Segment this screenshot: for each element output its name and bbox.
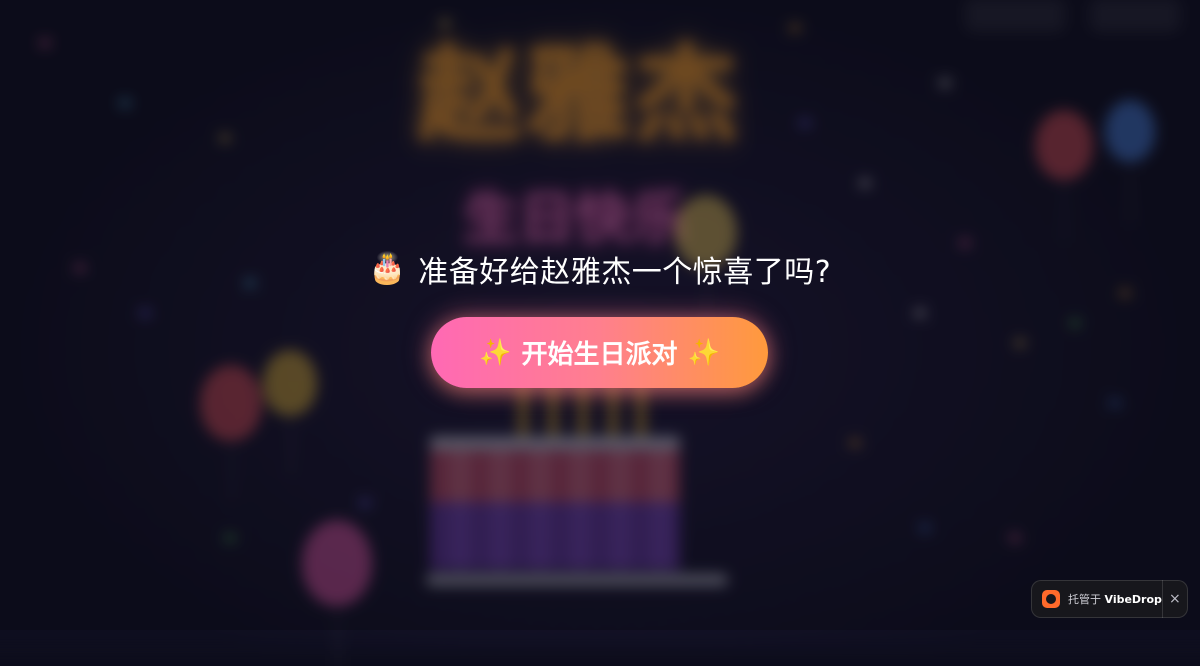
sparkles-icon: ✨ [479, 337, 512, 368]
close-badge-button[interactable]: × [1163, 581, 1187, 617]
prompt-text: 准备好给赵雅杰一个惊喜了吗? [418, 255, 832, 290]
hosted-by-brand: VibeDrop [1104, 593, 1162, 606]
surprise-prompt: 🎂 准备好给赵雅杰一个惊喜了吗? [0, 246, 1200, 292]
birthday-cake-icon: 🎂 [368, 251, 407, 286]
vibedrop-logo-icon [1042, 590, 1060, 608]
start-party-button[interactable]: ✨ 开始生日派对 ✨ [431, 317, 768, 388]
overlay-dim [0, 0, 1200, 630]
hosted-by-prefix: 托管于 [1068, 593, 1101, 606]
sparkles-icon: ✨ [687, 337, 720, 368]
hosted-by-link[interactable]: 托管于 VibeDrop [1032, 581, 1162, 617]
close-icon: × [1168, 591, 1181, 607]
hosted-by-badge: 托管于 VibeDrop × [1031, 580, 1188, 618]
hosted-by-text: 托管于 VibeDrop [1068, 591, 1162, 607]
start-party-label: 开始生日派对 [521, 340, 678, 370]
